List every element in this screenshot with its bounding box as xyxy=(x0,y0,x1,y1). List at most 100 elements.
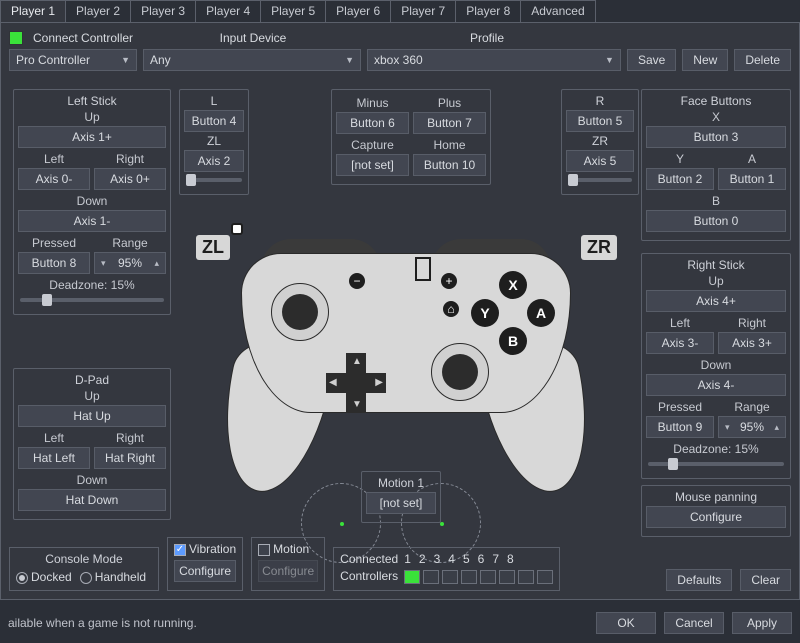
mouse-panning-configure-button[interactable]: Configure xyxy=(646,506,786,528)
right-stick-pressed-bind[interactable]: Button 9 xyxy=(646,416,714,438)
motion-checkbox[interactable]: Motion xyxy=(258,542,309,556)
tab-player-7[interactable]: Player 7 xyxy=(390,0,456,22)
left-stick-down-bind[interactable]: Axis 1- xyxy=(18,210,166,232)
face-a-bind[interactable]: Button 1 xyxy=(718,168,786,190)
vibration-configure-button[interactable]: Configure xyxy=(174,560,236,582)
vibration-checkbox[interactable]: Vibration xyxy=(174,542,236,556)
controller-graphic: ▲ ▼ ◀ ▶ X Y A B − + ⌂ xyxy=(231,223,581,493)
r-trigger-group: R Button 5 ZR Axis 5 xyxy=(561,89,639,195)
profile-select[interactable]: xbox 360▼ xyxy=(367,49,621,71)
face-buttons-group: Face Buttons X Button 3 Y Button 2 A But… xyxy=(641,89,791,241)
status-text: ailable when a game is not running. xyxy=(8,616,197,630)
profile-delete-button[interactable]: Delete xyxy=(734,49,791,71)
mouse-panning-group: Mouse panning Configure xyxy=(641,485,791,537)
cancel-button[interactable]: Cancel xyxy=(664,612,724,634)
left-stick-up-bind[interactable]: Axis 1+ xyxy=(18,126,166,148)
zr-slider[interactable] xyxy=(568,178,632,182)
controller-type-select[interactable]: Pro Controller▼ xyxy=(9,49,137,71)
console-mode-handheld-radio[interactable]: Handheld xyxy=(80,570,146,584)
controller-slot-2[interactable] xyxy=(423,570,439,584)
face-y-bind[interactable]: Button 2 xyxy=(646,168,714,190)
tab-player-3[interactable]: Player 3 xyxy=(130,0,196,22)
tab-player-8[interactable]: Player 8 xyxy=(455,0,521,22)
profile-new-button[interactable]: New xyxy=(682,49,728,71)
left-stick-range-select[interactable]: ▾95%▴ xyxy=(94,252,166,274)
dpad-graphic: ▲ ▼ ◀ ▶ xyxy=(326,353,386,413)
minus-icon: − xyxy=(349,273,365,289)
right-stick-group: Right Stick Up Axis 4+ Left Axis 3- Righ… xyxy=(641,253,791,479)
right-stick-right-bind[interactable]: Axis 3+ xyxy=(718,332,786,354)
zl-badge: ZL xyxy=(196,235,230,260)
chevron-down-icon: ▼ xyxy=(345,55,354,65)
console-mode-group: Console Mode Docked Handheld xyxy=(9,547,159,591)
dpad-up-bind[interactable]: Hat Up xyxy=(18,405,166,427)
right-stick-graphic xyxy=(431,343,489,401)
clear-button[interactable]: Clear xyxy=(740,569,791,591)
zl-slider[interactable] xyxy=(186,178,242,182)
controller-slot-6[interactable] xyxy=(499,570,515,584)
apply-button[interactable]: Apply xyxy=(732,612,792,634)
l-trigger-group: L Button 4 ZL Axis 2 xyxy=(179,89,249,195)
face-x-bind[interactable]: Button 3 xyxy=(646,126,786,148)
left-stick-pressed-bind[interactable]: Button 8 xyxy=(18,252,90,274)
right-stick-down-bind[interactable]: Axis 4- xyxy=(646,374,786,396)
profile-save-button[interactable]: Save xyxy=(627,49,676,71)
dpad-down-bind[interactable]: Hat Down xyxy=(18,489,166,511)
face-a-icon: A xyxy=(527,299,555,327)
chevron-down-icon: ▼ xyxy=(121,55,130,65)
left-stick-deadzone-label: Deadzone: 15% xyxy=(18,278,166,292)
zr-bind[interactable]: Axis 5 xyxy=(566,150,634,172)
dpad-group: D-Pad Up Hat Up Left Hat Left Right Hat … xyxy=(13,368,171,520)
controller-slot-5[interactable] xyxy=(480,570,496,584)
face-b-icon: B xyxy=(499,327,527,355)
motion-configure-button[interactable]: Configure xyxy=(258,560,318,582)
home-bind[interactable]: Button 10 xyxy=(413,154,486,176)
right-stick-up-bind[interactable]: Axis 4+ xyxy=(646,290,786,312)
plus-icon: + xyxy=(441,273,457,289)
left-stick-group: Left Stick Up Axis 1+ Left Axis 0- Right… xyxy=(13,89,171,315)
right-stick-deadzone-label: Deadzone: 15% xyxy=(646,442,786,456)
face-b-bind[interactable]: Button 0 xyxy=(646,210,786,232)
dpad-left-bind[interactable]: Hat Left xyxy=(18,447,90,469)
capture-bind[interactable]: [not set] xyxy=(336,154,409,176)
left-stick-left-bind[interactable]: Axis 0- xyxy=(18,168,90,190)
system-buttons-group: Minus Button 6 Plus Button 7 Capture [no… xyxy=(331,89,491,185)
right-stick-range-select[interactable]: ▾95%▴ xyxy=(718,416,786,438)
input-device-label: Input Device xyxy=(163,31,343,45)
controller-slot-1[interactable] xyxy=(404,570,420,584)
minus-bind[interactable]: Button 6 xyxy=(336,112,409,134)
tab-player-1[interactable]: Player 1 xyxy=(0,0,66,22)
tab-player-5[interactable]: Player 5 xyxy=(260,0,326,22)
console-mode-docked-radio[interactable]: Docked xyxy=(16,570,72,584)
home-icon: ⌂ xyxy=(443,301,459,317)
player-tabs: Player 1 Player 2 Player 3 Player 4 Play… xyxy=(0,0,800,22)
capture-icon xyxy=(231,223,243,235)
left-stick-right-bind[interactable]: Axis 0+ xyxy=(94,168,166,190)
r-bind[interactable]: Button 5 xyxy=(566,110,634,132)
defaults-button[interactable]: Defaults xyxy=(666,569,732,591)
input-device-select[interactable]: Any▼ xyxy=(143,49,361,71)
tab-player-4[interactable]: Player 4 xyxy=(195,0,261,22)
right-stick-left-bind[interactable]: Axis 3- xyxy=(646,332,714,354)
ok-button[interactable]: OK xyxy=(596,612,656,634)
controller-slot-4[interactable] xyxy=(461,570,477,584)
zr-badge: ZR xyxy=(581,235,617,260)
right-stick-deadzone-slider[interactable] xyxy=(648,462,784,466)
zl-bind[interactable]: Axis 2 xyxy=(184,150,244,172)
left-stick-deadzone-slider[interactable] xyxy=(20,298,164,302)
controller-slot-7[interactable] xyxy=(518,570,534,584)
tab-advanced[interactable]: Advanced xyxy=(520,0,595,22)
tab-player-2[interactable]: Player 2 xyxy=(65,0,131,22)
motion-bind[interactable]: [not set] xyxy=(366,492,436,514)
plus-bind[interactable]: Button 7 xyxy=(413,112,486,134)
profile-label: Profile xyxy=(353,31,621,45)
controller-slot-8[interactable] xyxy=(537,570,553,584)
l-bind[interactable]: Button 4 xyxy=(184,110,244,132)
tab-player-6[interactable]: Player 6 xyxy=(325,0,391,22)
connect-controller-checkbox[interactable] xyxy=(9,31,23,45)
face-y-icon: Y xyxy=(471,299,499,327)
dpad-right-bind[interactable]: Hat Right xyxy=(94,447,166,469)
controller-slot-3[interactable] xyxy=(442,570,458,584)
left-stick-title: Left Stick xyxy=(18,94,166,108)
face-x-icon: X xyxy=(499,271,527,299)
